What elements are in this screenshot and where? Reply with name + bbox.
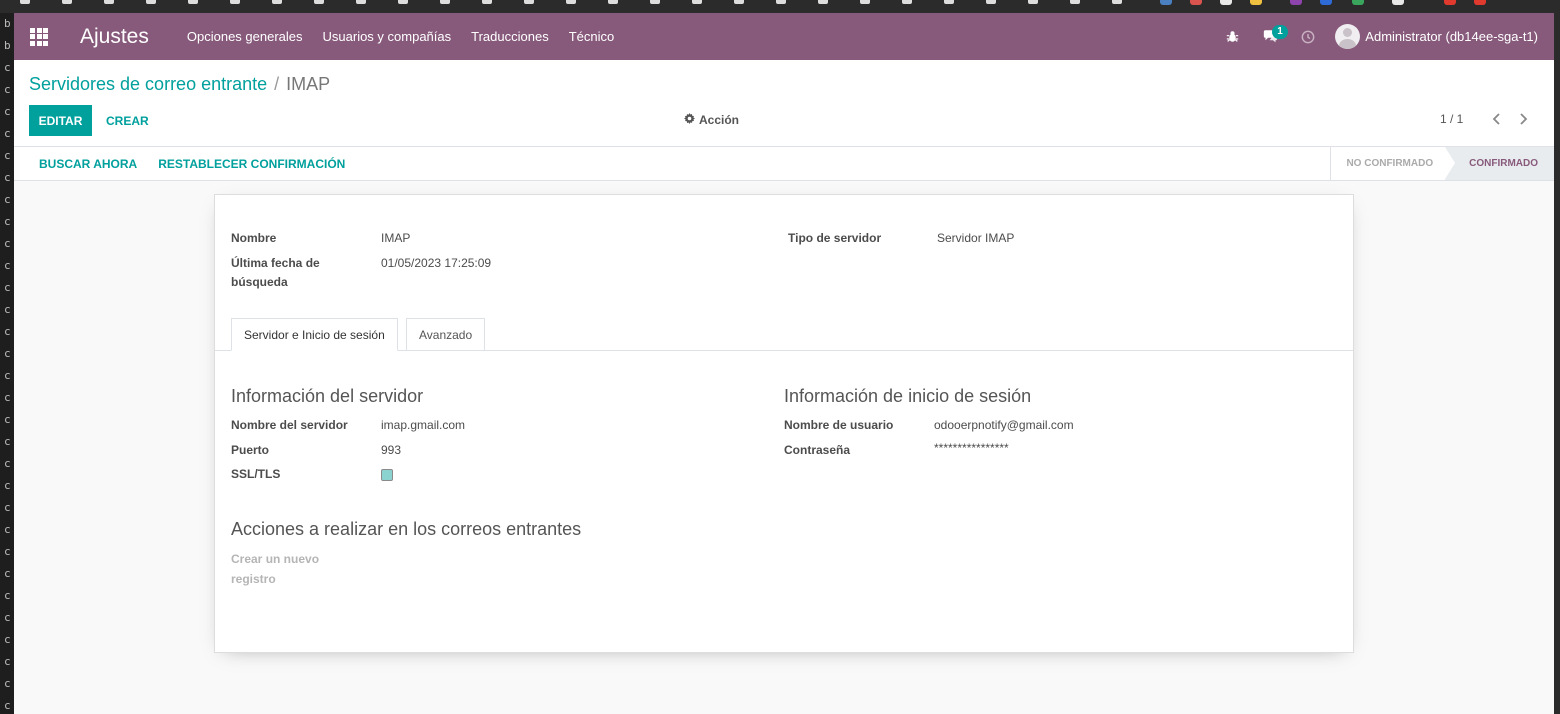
host-gutter-char: c [4,259,11,272]
username-label: Nombre de usuario [784,418,894,432]
password-label: Contraseña [784,443,851,457]
host-gutter-char: c [4,589,11,602]
last-fetch-label: Última fecha de búsqueda [231,256,320,289]
host-gutter-char: c [4,215,11,228]
state-pipeline: NO CONFIRMADO CONFIRMADO [1330,147,1554,180]
main-navbar: Ajustes Opciones generales Usuarios y co… [14,13,1554,60]
menu-opciones-generales[interactable]: Opciones generales [187,29,303,44]
port-label: Puerto [231,443,270,457]
form-view: Nombre IMAP Última fecha de búsqueda 01/0… [14,181,1554,714]
reset-confirmation-button[interactable]: RESTABLECER CONFIRMACIÓN [158,157,345,171]
chat-icon[interactable]: 1 [1251,13,1289,60]
action-dropdown[interactable]: Acción [684,112,739,127]
host-gutter-char: c [4,325,11,338]
host-gutter-char: c [4,303,11,316]
host-gutter-char: c [4,633,11,646]
breadcrumb-separator: / [274,74,280,94]
host-gutter-char: c [4,127,11,140]
pager-value[interactable]: 1 / 1 [1440,112,1463,126]
name-value: IMAP [381,231,411,245]
host-gutter-char: c [4,699,11,712]
server-type-value: Servidor IMAP [937,231,1015,245]
host-gutter-char: c [4,677,11,690]
host-gutter-char: c [4,413,11,426]
host-gutter-char: c [4,545,11,558]
notebook-tabs: Servidor e Inicio de sesión Avanzado [215,318,1353,351]
port-value: 993 [381,443,402,457]
host-gutter-char: c [4,105,11,118]
host-gutter-char: c [4,391,11,404]
host-gutter-char: b [4,17,11,30]
host-right-edge [1554,13,1560,714]
name-label: Nombre [231,231,277,245]
ssl-checkbox[interactable] [381,469,393,481]
edit-button[interactable]: EDITAR [29,105,92,136]
user-name: Administrator (db14ee-sga-t1) [1365,29,1538,44]
breadcrumb: Servidores de correo entrante / IMAP [29,74,330,95]
host-gutter-char: c [4,237,11,250]
odoo-app: Ajustes Opciones generales Usuarios y co… [14,13,1554,714]
password-value: **************** [934,441,1009,455]
status-bar: BUSCAR AHORA RESTABLECER CONFIRMACIÓN NO… [14,147,1554,181]
gear-icon [684,112,695,127]
host-gutter-char: b [4,39,11,52]
messages-badge: 1 [1272,25,1288,39]
chevron-left-icon[interactable] [1486,108,1506,130]
host-gutter-char: c [4,479,11,492]
host-gutter-char: c [4,83,11,96]
host-gutter-char: c [4,457,11,470]
breadcrumb-parent-link[interactable]: Servidores de correo entrante [29,74,267,94]
server-info-title: Información del servidor [231,386,424,406]
host-gutter-char: c [4,567,11,580]
server-name-value: imap.gmail.com [381,418,466,432]
avatar [1335,24,1361,49]
host-editor-gutter: bbcccccccccccccccccccccccccccccc [0,13,14,714]
user-menu[interactable]: Administrator (db14ee-sga-t1) [1335,24,1538,49]
host-top-bar [0,0,1560,13]
host-gutter-char: c [4,523,11,536]
host-gutter-char: c [4,281,11,294]
actions-title: Acciones a realizar en los correos entra… [231,519,582,539]
host-gutter-char: c [4,501,11,514]
tab-server-login[interactable]: Servidor e Inicio de sesión [231,318,398,351]
state-not-confirmed: NO CONFIRMADO [1330,147,1446,180]
menu-usuarios-companias[interactable]: Usuarios y compañías [323,29,452,44]
form-sheet: Nombre IMAP Última fecha de búsqueda 01/0… [214,194,1354,653]
host-gutter-char: c [4,655,11,668]
apps-grid-icon[interactable] [14,13,64,60]
username-value: odooerpnotify@gmail.com [934,418,1074,432]
host-gutter-char: c [4,611,11,624]
create-button[interactable]: CREAR [106,105,149,136]
host-gutter-char: c [4,149,11,162]
host-gutter-char: c [4,171,11,184]
clock-icon[interactable] [1289,13,1327,60]
create-record-label: Crear un nuevo registro [231,552,320,586]
host-gutter-char: c [4,61,11,74]
tab-advanced[interactable]: Avanzado [406,318,486,351]
host-gutter-char: c [4,347,11,360]
action-label: Acción [699,112,740,127]
host-gutter-char: c [4,435,11,448]
fetch-now-button[interactable]: BUSCAR AHORA [39,157,137,171]
host-gutter-char: c [4,193,11,206]
host-gutter-char: c [4,369,11,382]
control-panel: Servidores de correo entrante / IMAP EDITA… [14,60,1554,147]
app-brand[interactable]: Ajustes [80,25,149,49]
state-confirmed: CONFIRMADO [1445,147,1554,180]
last-fetch-value: 01/05/2023 17:25:09 [381,256,492,270]
menu-tecnico[interactable]: Técnico [569,29,615,44]
breadcrumb-current: IMAP [286,74,331,94]
login-info-title: Información de inicio de sesión [784,386,1032,406]
chevron-right-icon[interactable] [1513,108,1533,130]
ssl-label: SSL/TLS [231,467,281,481]
bug-icon[interactable] [1213,13,1251,60]
server-type-label: Tipo de servidor [788,231,882,245]
server-name-label: Nombre del servidor [231,418,348,432]
menu-traducciones[interactable]: Traducciones [471,29,549,44]
